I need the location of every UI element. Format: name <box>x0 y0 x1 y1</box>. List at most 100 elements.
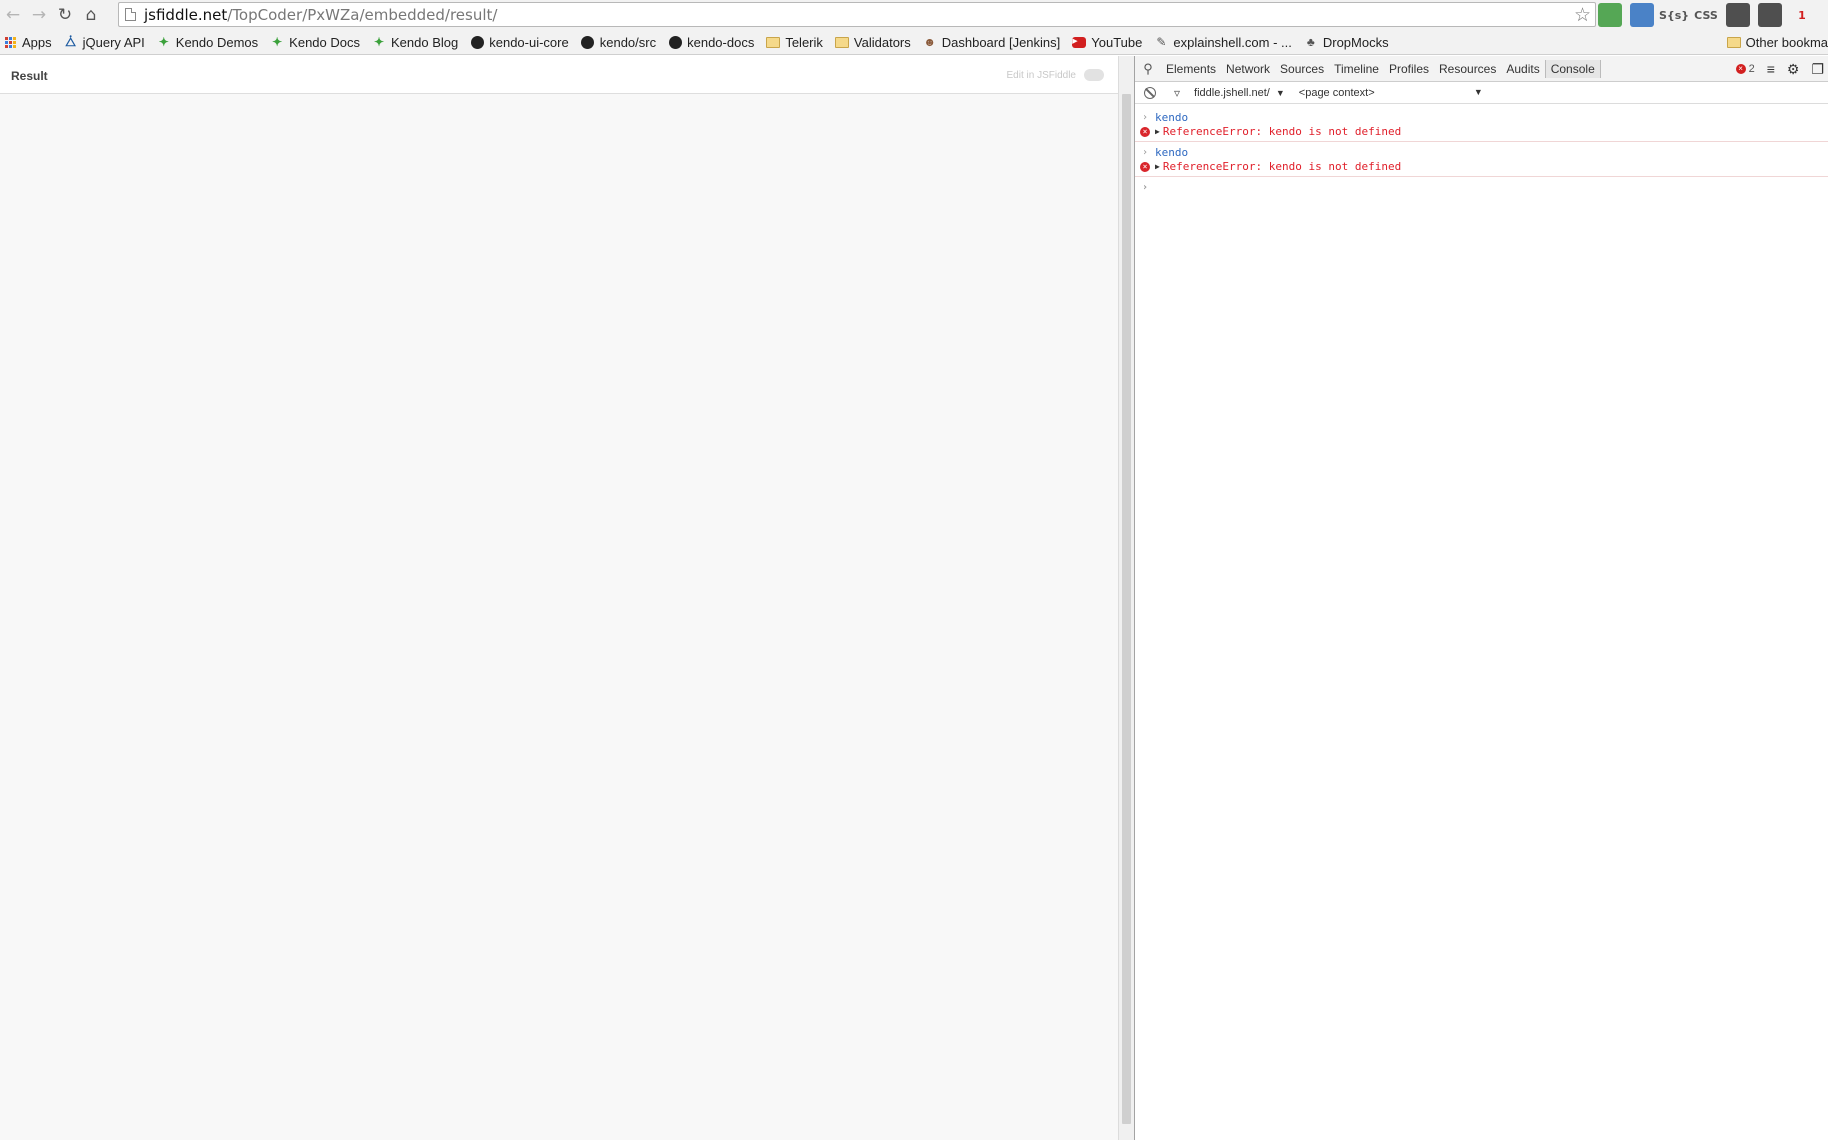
result-header: Result Edit in JSFiddle <box>0 56 1118 94</box>
tab-network[interactable]: Network <box>1221 62 1275 76</box>
frame-selector[interactable]: fiddle.jshell.net/ ▼ <box>1194 87 1285 99</box>
error-counter[interactable]: × 2 <box>1735 63 1755 75</box>
result-scrollbar[interactable] <box>1118 56 1134 1140</box>
notification-ext-icon[interactable]: 1 <box>1790 3 1814 27</box>
bookmark-kendo-docs[interactable]: ✦ Kendo Docs <box>270 35 360 50</box>
tab-sources[interactable]: Sources <box>1275 62 1329 76</box>
bookmark-label: kendo/src <box>599 34 657 50</box>
console-toolbar: ▿ fiddle.jshell.net/ ▼ <page context> ▼ <box>1135 82 1828 104</box>
tab-profiles[interactable]: Profiles <box>1384 62 1434 76</box>
qr-ext-icon[interactable] <box>1726 3 1750 27</box>
bookmark-label: DropMocks <box>1322 34 1389 50</box>
bookmark-label: Kendo Docs <box>289 34 360 50</box>
context-selector[interactable]: <page context> ▼ <box>1299 87 1483 99</box>
other-bookmarks[interactable]: Other bookma <box>1726 30 1828 55</box>
error-icon: × <box>1735 64 1746 74</box>
console-input-line: › kendo <box>1135 110 1828 124</box>
forward-button[interactable]: → <box>26 2 52 28</box>
console-message-text: ReferenceError: kendo is not defined <box>1162 159 1402 173</box>
explainshell-icon: ✎ <box>1156 35 1167 49</box>
tab-audits[interactable]: Audits <box>1501 62 1544 76</box>
result-pane: Result Edit in JSFiddle <box>0 56 1118 1140</box>
bookmark-kendo-demos[interactable]: ✦ Kendo Demos <box>157 35 258 50</box>
github-icon <box>470 35 484 49</box>
error-icon: × <box>1135 126 1155 137</box>
bookmark-explainshell-com[interactable]: ✎ explainshell.com - ... <box>1154 35 1292 50</box>
result-title: Result <box>11 69 48 83</box>
bookmark-label: kendo-docs <box>687 34 755 50</box>
globe-ext-icon[interactable] <box>1630 3 1654 27</box>
console-input-line: › kendo <box>1135 145 1828 159</box>
tab-console[interactable]: Console <box>1544 59 1601 78</box>
bookmark-star-icon[interactable]: ☆ <box>1574 4 1591 26</box>
prompt-icon: › <box>1141 181 1149 193</box>
kendo-icon: ✦ <box>272 35 283 49</box>
gear-icon[interactable]: ⚙ <box>1787 61 1800 78</box>
url-path: /TopCoder/PxWZa/embedded/result/ <box>227 5 498 24</box>
undock-icon[interactable]: ❐ <box>1811 61 1824 78</box>
bookmark-telerik[interactable]: Telerik <box>766 35 823 50</box>
address-bar[interactable]: jsfiddle.net/TopCoder/PxWZa/embedded/res… <box>118 2 1596 27</box>
back-button[interactable]: ← <box>0 2 26 28</box>
css-ext-icon[interactable]: CSS <box>1694 3 1718 27</box>
other-bookmarks-label: Other bookma <box>1745 35 1828 50</box>
youtube-icon: ▶ <box>1072 35 1087 49</box>
bookmark-dashboard-jenkins[interactable]: ☻ Dashboard [Jenkins] <box>923 34 1061 50</box>
filter-icon[interactable]: ▿ <box>1174 86 1180 100</box>
page-icon <box>125 8 136 21</box>
reload-button[interactable]: ↻ <box>52 2 78 28</box>
bookmark-label: explainshell.com - ... <box>1173 34 1292 50</box>
context-selector-value: <page context> <box>1298 86 1375 99</box>
chevron-down-icon: ▼ <box>1473 86 1483 97</box>
scrollbar-thumb[interactable] <box>1122 94 1131 1124</box>
eyedropper-ext-icon[interactable] <box>1758 3 1782 27</box>
bookmark-label: Dashboard [Jenkins] <box>941 34 1061 50</box>
expand-triangle-icon[interactable]: ▶ <box>1155 162 1160 171</box>
extensions-area: S{s} CSS 1 <box>1598 3 1814 27</box>
console-message-text: ReferenceError: kendo is not defined <box>1162 124 1402 138</box>
github-icon <box>668 35 682 49</box>
kendo-icon: ✦ <box>373 35 385 49</box>
tab-elements[interactable]: Elements <box>1161 62 1221 76</box>
bookmark-kendo-blog[interactable]: ✦ Kendo Blog <box>372 35 458 50</box>
sass-ext-icon[interactable]: S{s} <box>1659 3 1689 27</box>
bookmark-label: Kendo Demos <box>175 34 259 50</box>
bookmark-label: Kendo Blog <box>391 34 459 50</box>
home-button[interactable]: ⌂ <box>78 2 104 28</box>
bookmark-kendo-ui-core[interactable]: kendo-ui-core <box>470 35 569 50</box>
console-prompt-line[interactable]: › <box>1135 180 1828 194</box>
clear-console-icon[interactable] <box>1144 86 1156 99</box>
folder-icon <box>766 35 781 49</box>
dropmocks-icon: ♣ <box>1306 35 1315 49</box>
jquery-icon: ⧊ <box>65 34 76 49</box>
bookmark-label: kendo-ui-core <box>489 34 569 50</box>
frame-selector-value: fiddle.jshell.net/ <box>1194 86 1270 99</box>
cloud-icon[interactable] <box>1084 69 1104 81</box>
bookmark-kendo-docs[interactable]: kendo-docs <box>668 35 754 50</box>
tab-timeline[interactable]: Timeline <box>1329 62 1384 76</box>
refresh-ext-icon[interactable] <box>1598 3 1622 27</box>
console-error-line[interactable]: × ▶ ReferenceError: kendo is not defined <box>1135 124 1828 142</box>
console-error-line[interactable]: × ▶ ReferenceError: kendo is not defined <box>1135 159 1828 177</box>
kendo-icon: ✦ <box>158 35 169 49</box>
bookmark-validators[interactable]: Validators <box>834 35 911 50</box>
input-caret-icon: › <box>1141 146 1149 158</box>
edit-in-jsfiddle-link[interactable]: Edit in JSFiddle <box>1007 70 1076 81</box>
bookmark-label: Telerik <box>785 34 823 50</box>
error-icon: × <box>1135 161 1155 172</box>
bookmark-kendo-src[interactable]: kendo/src <box>581 35 656 50</box>
url-host: jsfiddle.net <box>144 5 228 24</box>
expand-triangle-icon[interactable]: ▶ <box>1155 127 1160 136</box>
console-drawer-icon[interactable]: ≡ <box>1767 61 1775 77</box>
error-count: 2 <box>1748 63 1755 75</box>
bookmark-apps[interactable]: Apps <box>3 35 52 50</box>
input-caret-icon: › <box>1141 111 1149 123</box>
bookmark-dropmocks[interactable]: ♣ DropMocks <box>1304 35 1389 50</box>
console-message-text: kendo <box>1155 110 1189 124</box>
bookmark-jquery-api[interactable]: ⧊ jQuery API <box>64 35 145 50</box>
search-icon[interactable]: ⚲ <box>1135 61 1161 77</box>
tab-resources[interactable]: Resources <box>1434 62 1501 76</box>
bookmark-label: Apps <box>22 34 52 50</box>
devtools-toolbar-right: × 2 ≡ ⚙ ❐ <box>1735 56 1828 82</box>
bookmark-youtube[interactable]: ▶ YouTube <box>1072 35 1142 50</box>
